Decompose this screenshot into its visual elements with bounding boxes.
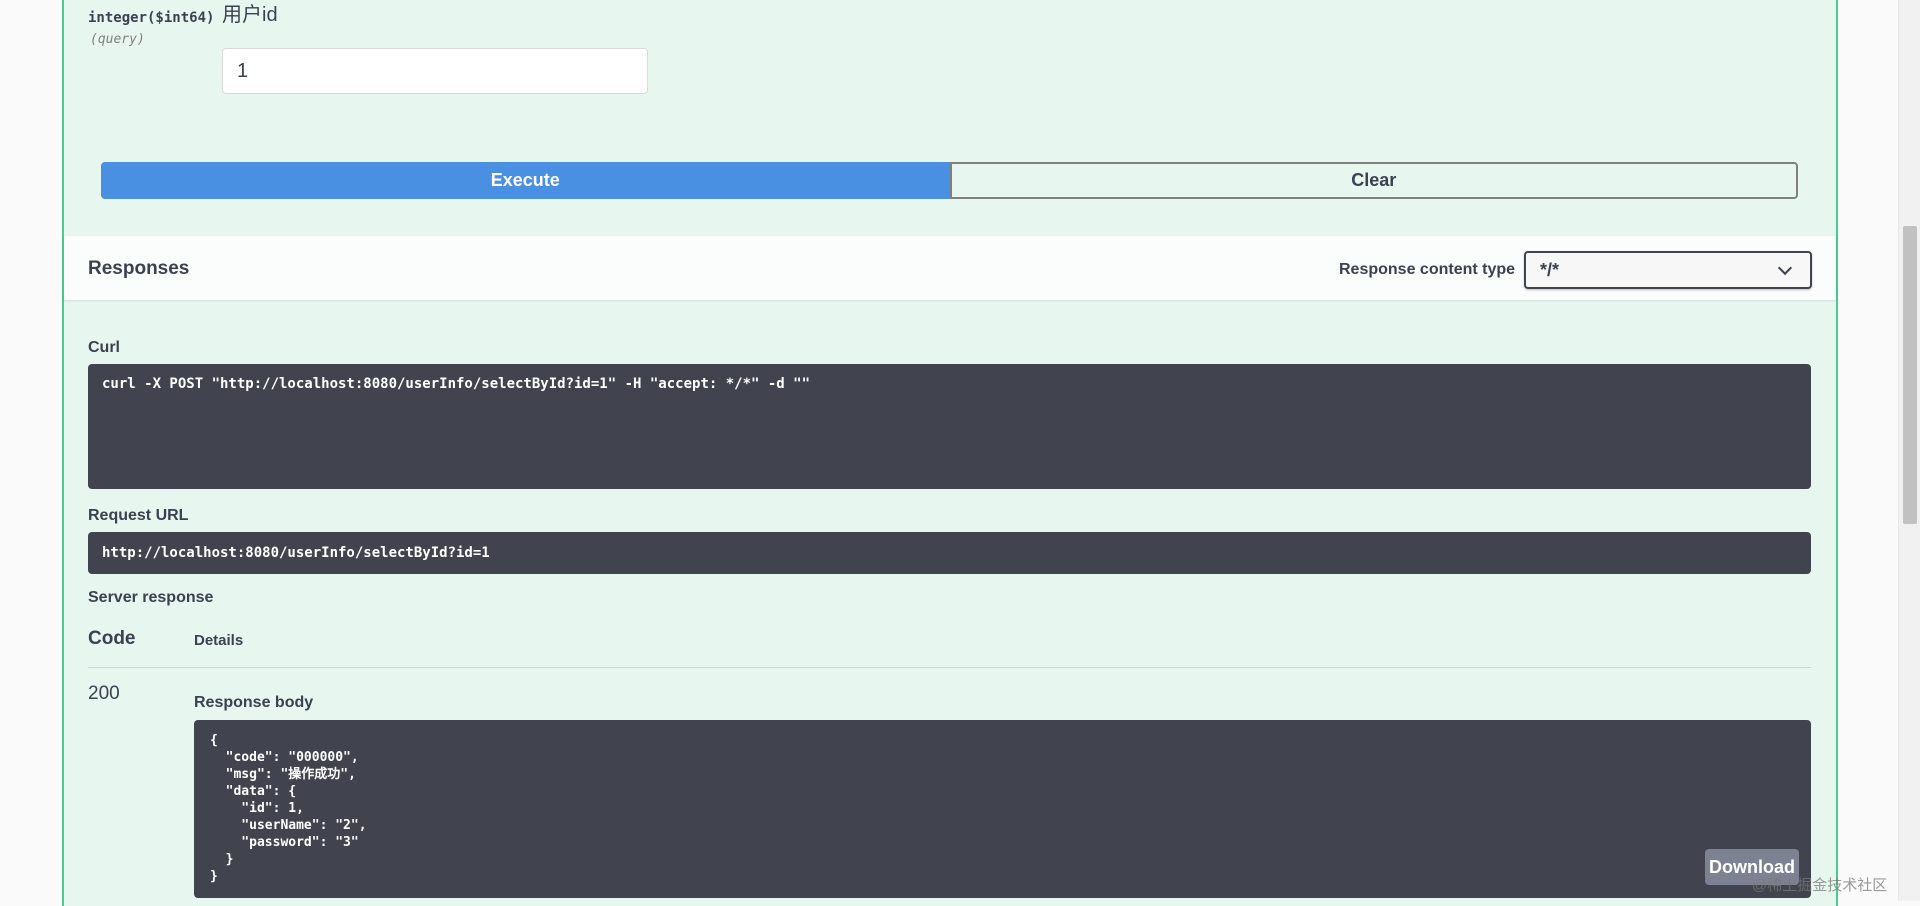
- response-content-type-value: */*: [1540, 259, 1560, 280]
- responses-header: Responses Response content type */*: [64, 236, 1836, 300]
- curl-label: Curl: [88, 339, 120, 356]
- curl-command-block[interactable]: curl -X POST "http://localhost:8080/user…: [88, 364, 1811, 489]
- parameter-type: integer($int64): [88, 10, 215, 26]
- browser-scrollbar-thumb[interactable]: [1903, 226, 1917, 524]
- response-table-header-details: Details: [194, 632, 244, 649]
- execute-button[interactable]: Execute: [101, 162, 950, 199]
- response-body-label: Response body: [194, 694, 314, 711]
- parameter-description: 用户id: [222, 4, 278, 26]
- parameter-location: (query): [90, 32, 145, 47]
- response-content-type-label: Response content type: [1339, 261, 1516, 278]
- user-id-input[interactable]: [222, 48, 648, 94]
- execute-button-group: Execute Clear: [101, 162, 1798, 199]
- response-table-divider: [88, 667, 1811, 668]
- server-response-label: Server response: [88, 589, 214, 606]
- response-table-header-code: Code: [88, 628, 136, 649]
- request-url-block[interactable]: http://localhost:8080/userInfo/selectByI…: [88, 532, 1811, 574]
- clear-button[interactable]: Clear: [949, 162, 1798, 199]
- chevron-down-icon: [1777, 260, 1793, 275]
- watermark: @稀土掘金技术社区: [1752, 877, 1888, 894]
- request-url-label: Request URL: [88, 507, 189, 524]
- response-content-type-select[interactable]: */*: [1524, 251, 1812, 289]
- browser-scrollbar[interactable]: [1898, 0, 1920, 901]
- response-body-block[interactable]: { "code": "000000", "msg": "操作成功", "data…: [194, 720, 1811, 898]
- responses-title: Responses: [88, 258, 190, 279]
- response-status-code: 200: [88, 683, 120, 704]
